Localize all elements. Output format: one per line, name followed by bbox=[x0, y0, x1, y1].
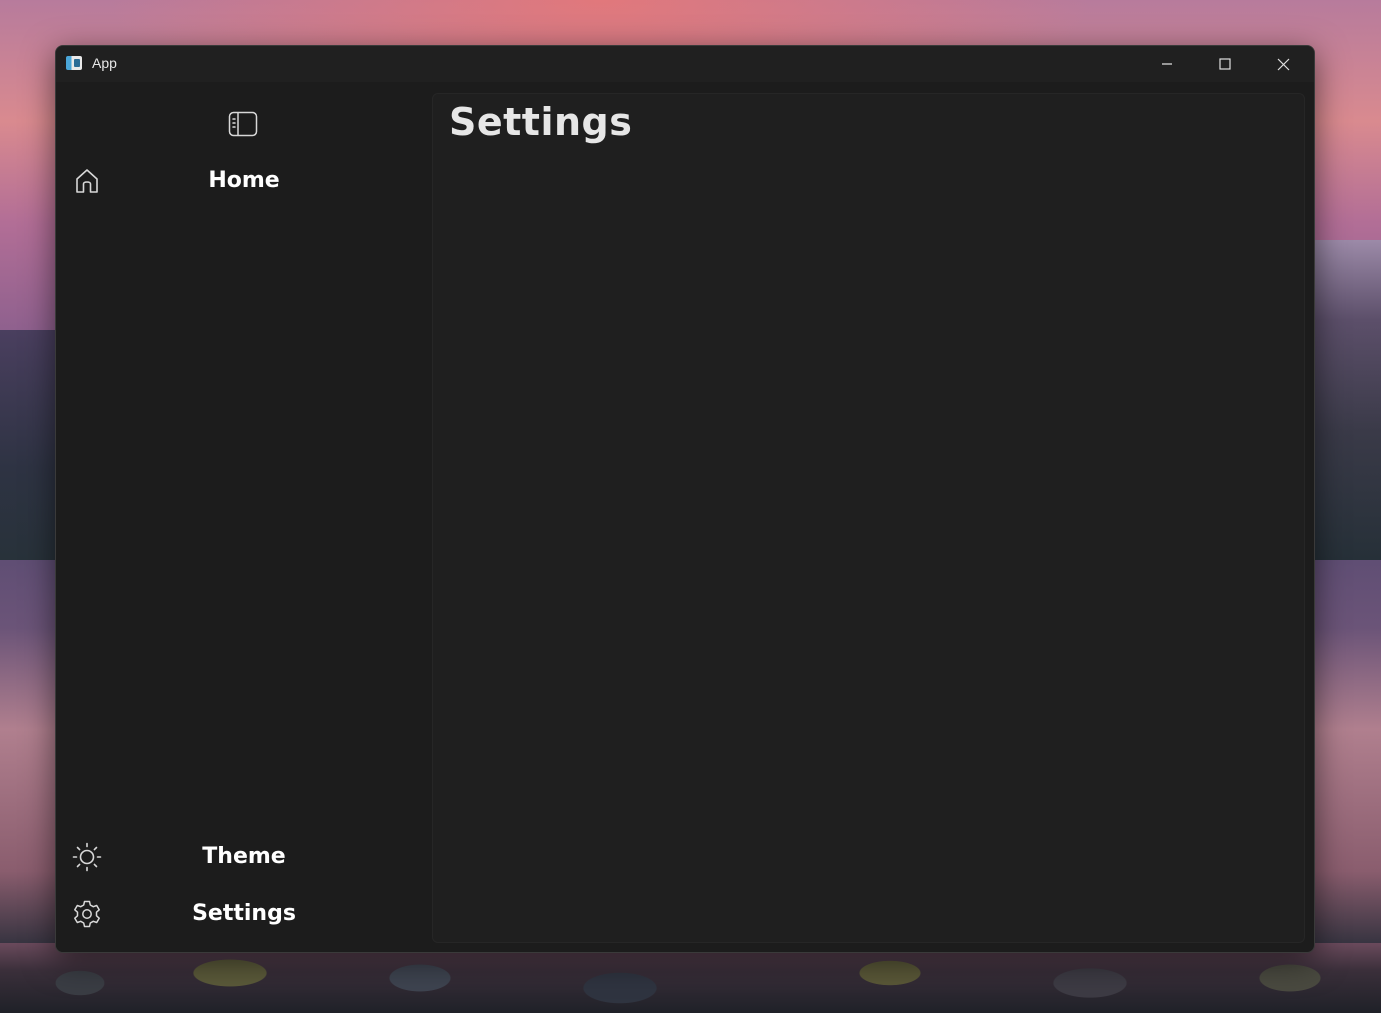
sidebar: Home Theme Settings bbox=[56, 82, 432, 952]
maximize-button[interactable] bbox=[1196, 46, 1254, 82]
sidebar-item-label: Home bbox=[208, 167, 280, 193]
minimize-button[interactable] bbox=[1138, 46, 1196, 82]
wallpaper-mountain-left bbox=[0, 330, 60, 560]
maximize-icon bbox=[1219, 58, 1231, 70]
close-icon bbox=[1277, 58, 1289, 70]
wallpaper-mountain-right bbox=[1311, 240, 1381, 560]
close-button[interactable] bbox=[1254, 46, 1312, 82]
wallpaper-rocks bbox=[0, 943, 1381, 1013]
page-title: Settings bbox=[449, 100, 633, 144]
app-icon bbox=[66, 56, 82, 70]
sidebar-item-label: Theme bbox=[202, 843, 286, 869]
window-title: App bbox=[92, 55, 117, 71]
sidebar-item-label: Settings bbox=[192, 900, 296, 926]
sidebar-item-settings[interactable]: Settings bbox=[56, 889, 432, 937]
sidebar-item-home[interactable]: Home bbox=[56, 156, 432, 204]
sidebar-toggle-icon bbox=[228, 111, 258, 137]
content-frame: Settings bbox=[432, 93, 1305, 943]
sidebar-toggle-button[interactable] bbox=[228, 109, 258, 139]
minimize-icon bbox=[1162, 63, 1172, 65]
app-window: App Home Theme Settings Settings bbox=[55, 45, 1315, 953]
title-bar[interactable]: App bbox=[56, 46, 1314, 82]
sidebar-item-theme[interactable]: Theme bbox=[56, 832, 432, 880]
